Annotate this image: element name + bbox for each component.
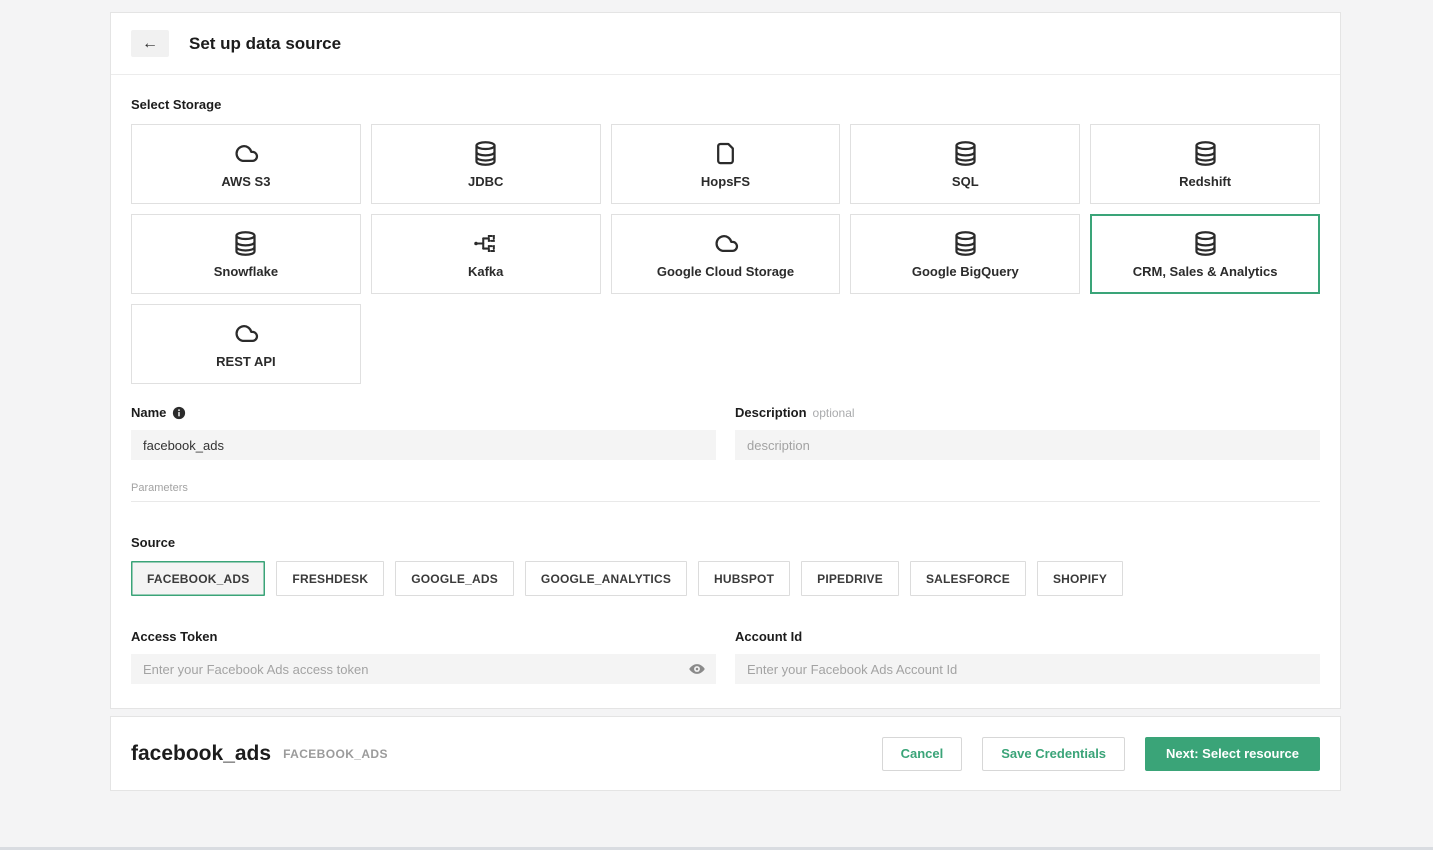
storage-card-google-bigquery[interactable]: Google BigQuery [850, 214, 1080, 294]
data-source-setup-panel: ← Set up data source Select Storage AWS … [110, 12, 1341, 709]
credentials-row: Access Token Account Id [131, 629, 1320, 684]
storage-card-grid: AWS S3 JDBC HopsFS SQL Redshift Snowflak… [131, 124, 1320, 384]
kafka-branch-icon [472, 230, 499, 257]
next-select-resource-button[interactable]: Next: Select resource [1145, 737, 1320, 771]
storage-card-label: Kafka [468, 264, 503, 279]
footer-buttons: Cancel Save Credentials Next: Select res… [882, 737, 1320, 771]
storage-card-sql[interactable]: SQL [850, 124, 1080, 204]
source-option-pipedrive[interactable]: PIPEDRIVE [801, 561, 899, 596]
storage-card-jdbc[interactable]: JDBC [371, 124, 601, 204]
description-input[interactable] [735, 430, 1320, 460]
name-description-row: Name Description optional [131, 405, 1320, 460]
database-icon [232, 230, 259, 257]
storage-card-kafka[interactable]: Kafka [371, 214, 601, 294]
description-label-text: Description [735, 405, 807, 420]
storage-card-label: Google BigQuery [912, 264, 1019, 279]
source-option-google-ads[interactable]: GOOGLE_ADS [395, 561, 514, 596]
cancel-button[interactable]: Cancel [882, 737, 963, 771]
source-option-freshdesk[interactable]: FRESHDESK [276, 561, 384, 596]
cloud-icon [712, 230, 739, 257]
storage-card-label: Snowflake [214, 264, 278, 279]
description-field-group: Description optional [735, 405, 1320, 460]
select-storage-label: Select Storage [131, 97, 1320, 112]
access-token-field-group: Access Token [131, 629, 716, 684]
account-id-label-text: Account Id [735, 629, 802, 644]
footer-action-bar: facebook_ads FACEBOOK_ADS Cancel Save Cr… [110, 716, 1341, 791]
parameters-label: Parameters [131, 482, 1320, 494]
source-option-shopify[interactable]: SHOPIFY [1037, 561, 1123, 596]
storage-card-rest-api[interactable]: REST API [131, 304, 361, 384]
info-icon[interactable] [172, 406, 186, 420]
storage-card-snowflake[interactable]: Snowflake [131, 214, 361, 294]
database-icon [952, 230, 979, 257]
parameters-divider [131, 501, 1320, 502]
footer-source-name: facebook_ads [131, 742, 271, 766]
cloud-icon [232, 320, 259, 347]
storage-card-aws-s3[interactable]: AWS S3 [131, 124, 361, 204]
name-field-group: Name [131, 405, 716, 460]
storage-card-label: CRM, Sales & Analytics [1133, 264, 1278, 279]
footer-source-type-badge: FACEBOOK_ADS [283, 747, 388, 761]
storage-card-label: Google Cloud Storage [657, 264, 794, 279]
database-icon [472, 140, 499, 167]
storage-card-redshift[interactable]: Redshift [1090, 124, 1320, 204]
name-label-text: Name [131, 405, 166, 420]
source-option-hubspot[interactable]: HUBSPOT [698, 561, 790, 596]
storage-card-label: JDBC [468, 174, 503, 189]
storage-card-label: REST API [216, 354, 275, 369]
storage-card-label: AWS S3 [221, 174, 270, 189]
source-option-google-analytics[interactable]: GOOGLE_ANALYTICS [525, 561, 687, 596]
storage-card-label: HopsFS [701, 174, 750, 189]
panel-content: Select Storage AWS S3 JDBC HopsFS SQL Re… [111, 75, 1340, 708]
storage-card-hopsfs[interactable]: HopsFS [611, 124, 841, 204]
access-token-label-text: Access Token [131, 629, 217, 644]
account-id-field-group: Account Id [735, 629, 1320, 684]
panel-header: ← Set up data source [111, 13, 1340, 75]
back-button[interactable]: ← [131, 30, 169, 57]
source-label: Source [131, 535, 1320, 550]
account-id-label: Account Id [735, 629, 1320, 644]
name-input[interactable] [131, 430, 716, 460]
source-section: Source FACEBOOK_ADS FRESHDESK GOOGLE_ADS… [131, 535, 1320, 596]
file-icon [712, 140, 739, 167]
database-icon [1192, 140, 1219, 167]
eye-icon[interactable] [688, 660, 706, 678]
name-label: Name [131, 405, 716, 420]
storage-card-label: Redshift [1179, 174, 1231, 189]
description-label: Description optional [735, 405, 1320, 420]
storage-card-crm-sales-analytics[interactable]: CRM, Sales & Analytics [1090, 214, 1320, 294]
access-token-input[interactable] [131, 654, 716, 684]
source-option-facebook-ads[interactable]: FACEBOOK_ADS [131, 561, 265, 596]
optional-hint: optional [813, 406, 855, 420]
account-id-input[interactable] [735, 654, 1320, 684]
database-icon [1192, 230, 1219, 257]
page-title: Set up data source [189, 34, 341, 54]
database-icon [952, 140, 979, 167]
storage-card-google-cloud-storage[interactable]: Google Cloud Storage [611, 214, 841, 294]
access-token-label: Access Token [131, 629, 716, 644]
storage-card-label: SQL [952, 174, 979, 189]
save-credentials-button[interactable]: Save Credentials [982, 737, 1125, 771]
cloud-icon [232, 140, 259, 167]
source-option-salesforce[interactable]: SALESFORCE [910, 561, 1026, 596]
source-options: FACEBOOK_ADS FRESHDESK GOOGLE_ADS GOOGLE… [131, 561, 1320, 596]
